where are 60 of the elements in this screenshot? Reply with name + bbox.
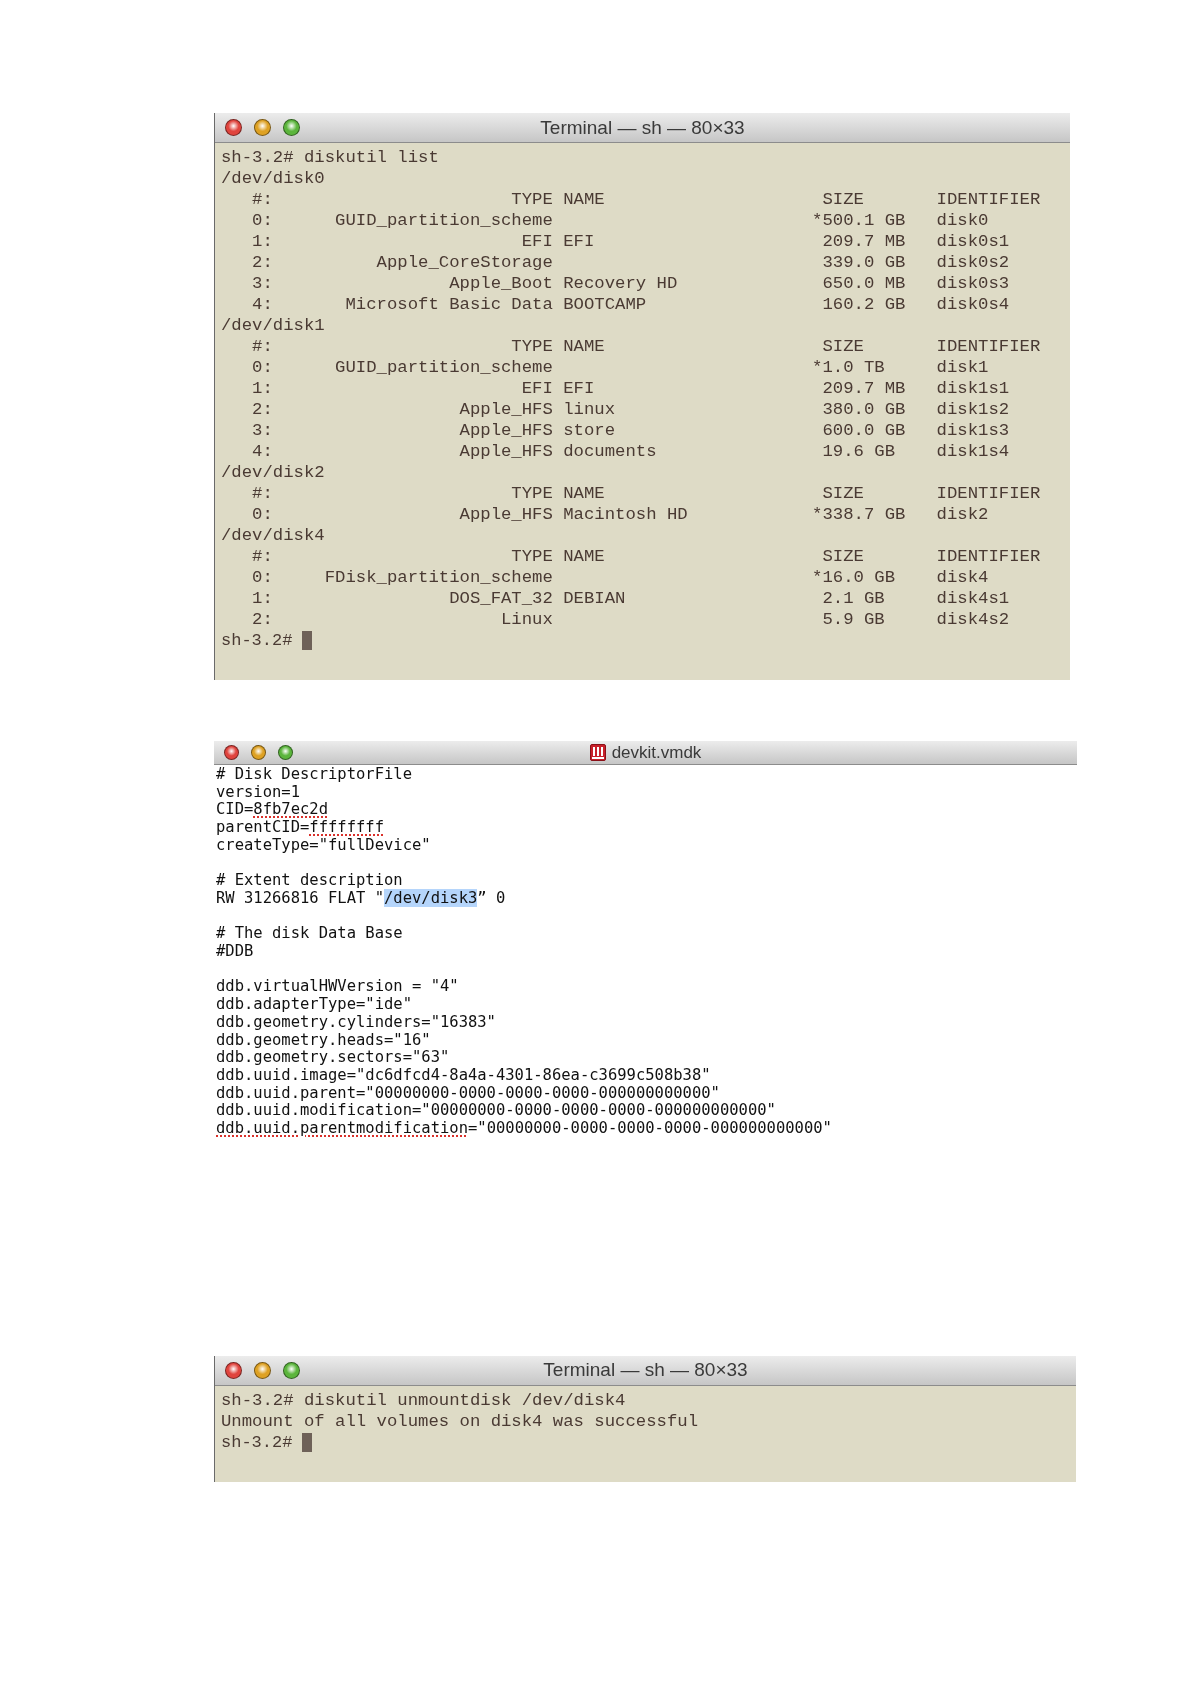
file-line: #DDB — [216, 943, 255, 961]
terminal-line: #: TYPE NAME SIZE IDENTIFIER — [251, 336, 1042, 357]
terminal-line: 3: Apple_HFS store 600.0 GB disk1s3 — [251, 420, 1011, 441]
terminal-line: /dev/disk1 — [221, 315, 326, 336]
terminal-line: 0: FDisk_partition_scheme *16.0 GB disk4 — [251, 567, 990, 588]
terminal-line: 2: Apple_HFS linux 380.0 GB disk1s2 — [251, 399, 1011, 420]
shell-prompt: sh-3.2# — [221, 630, 293, 651]
document-icon — [589, 744, 606, 761]
terminal-line: #: TYPE NAME SIZE IDENTIFIER — [251, 546, 1042, 567]
terminal-line: 1: DOS_FAT_32 DEBIAN 2.1 GB disk4s1 — [251, 588, 1011, 609]
file-line: ddb.geometry.cylinders="16383" — [216, 1013, 497, 1032]
zoom-button[interactable] — [278, 745, 293, 760]
terminal-line: 1: EFI EFI 209.7 MB disk0s1 — [251, 231, 1011, 252]
terminal-line: 4: Microsoft Basic Data BOOTCAMP 160.2 GB disk0s4 — [251, 294, 1011, 315]
close-button[interactable] — [225, 1361, 242, 1379]
terminal-line: 2: Linux 5.9 GB disk4s2 — [251, 609, 1011, 630]
terminal-line: #: TYPE NAME SIZE IDENTIFIER — [251, 189, 1042, 210]
file-line: CID=8fb7ec2d — [216, 801, 329, 820]
file-line: ddb.uuid.image="dc6dfcd4-8a4a-4301-86ea-c3699c508b38" — [216, 1066, 712, 1085]
file-line: ddb.uuid.modification="00000000-0000-0000-0000-000000000000" — [216, 1102, 777, 1120]
terminal-line: Unmount of all volumes on disk4 was successful — [221, 1410, 700, 1432]
terminal-line: 1: EFI EFI 209.7 MB disk1s1 — [251, 378, 1011, 399]
close-button[interactable] — [224, 745, 239, 760]
window-title: Terminal — sh — 80×33 — [543, 1359, 748, 1382]
window-title: Terminal — sh — 80×33 — [540, 116, 745, 139]
text-cursor — [302, 1432, 313, 1452]
terminal-line: 2: Apple_CoreStorage 339.0 GB disk0s2 — [251, 252, 1011, 273]
terminal-line: sh-3.2# diskutil unmountdisk /dev/disk4 — [221, 1389, 627, 1411]
zoom-button[interactable] — [283, 1361, 300, 1379]
text-cursor — [302, 631, 313, 650]
window-title: devkit.vmdk — [611, 742, 702, 763]
terminal-line: /dev/disk4 — [221, 525, 326, 546]
terminal-line: #: TYPE NAME SIZE IDENTIFIER — [251, 483, 1042, 504]
terminal-line: 0: Apple_HFS Macintosh HD *338.7 GB disk2 — [251, 504, 990, 525]
shell-prompt: sh-3.2# — [221, 1431, 293, 1453]
terminal-line: 0: GUID_partition_scheme *1.0 TB disk1 — [251, 357, 990, 378]
file-line: ddb.geometry.heads="16" — [216, 1031, 432, 1050]
file-line: ddb.adapterType="ide" — [216, 996, 413, 1014]
file-line: ddb.uuid.parentmodification="00000000-0000-0000-0000-000000000000" — [216, 1120, 833, 1138]
terminal-line: /dev/disk0 — [221, 168, 326, 189]
minimize-button[interactable] — [254, 119, 271, 136]
terminal-line: 3: Apple_Boot Recovery HD 650.0 MB disk0s3 — [251, 273, 1011, 294]
file-line: version=1 — [216, 783, 301, 802]
file-line: # The disk Data Base — [216, 925, 404, 943]
terminal-line: sh-3.2# diskutil list — [221, 147, 440, 168]
file-line: ddb.virtualHWVersion = "4" — [216, 978, 460, 997]
file-line: # Extent description — [216, 872, 404, 890]
file-line: ddb.geometry.sectors="63" — [216, 1049, 451, 1067]
minimize-button[interactable] — [254, 1361, 271, 1379]
terminal-line: 0: GUID_partition_scheme *500.1 GB disk0 — [251, 210, 990, 231]
file-line: ddb.uuid.parent="00000000-0000-0000-0000-000000000000" — [216, 1084, 721, 1103]
file-line: parentCID=ffffffff — [216, 819, 385, 837]
zoom-button[interactable] — [283, 119, 300, 136]
terminal-line: /dev/disk2 — [221, 462, 326, 483]
file-line: RW 31266816 FLAT "/dev/disk3” 0 — [216, 889, 507, 908]
close-button[interactable] — [225, 119, 242, 136]
minimize-button[interactable] — [251, 745, 266, 760]
file-line: # Disk DescriptorFile — [216, 766, 413, 784]
file-line: createType="fullDevice" — [216, 836, 432, 855]
terminal-line: 4: Apple_HFS documents 19.6 GB disk1s4 — [251, 441, 1011, 462]
